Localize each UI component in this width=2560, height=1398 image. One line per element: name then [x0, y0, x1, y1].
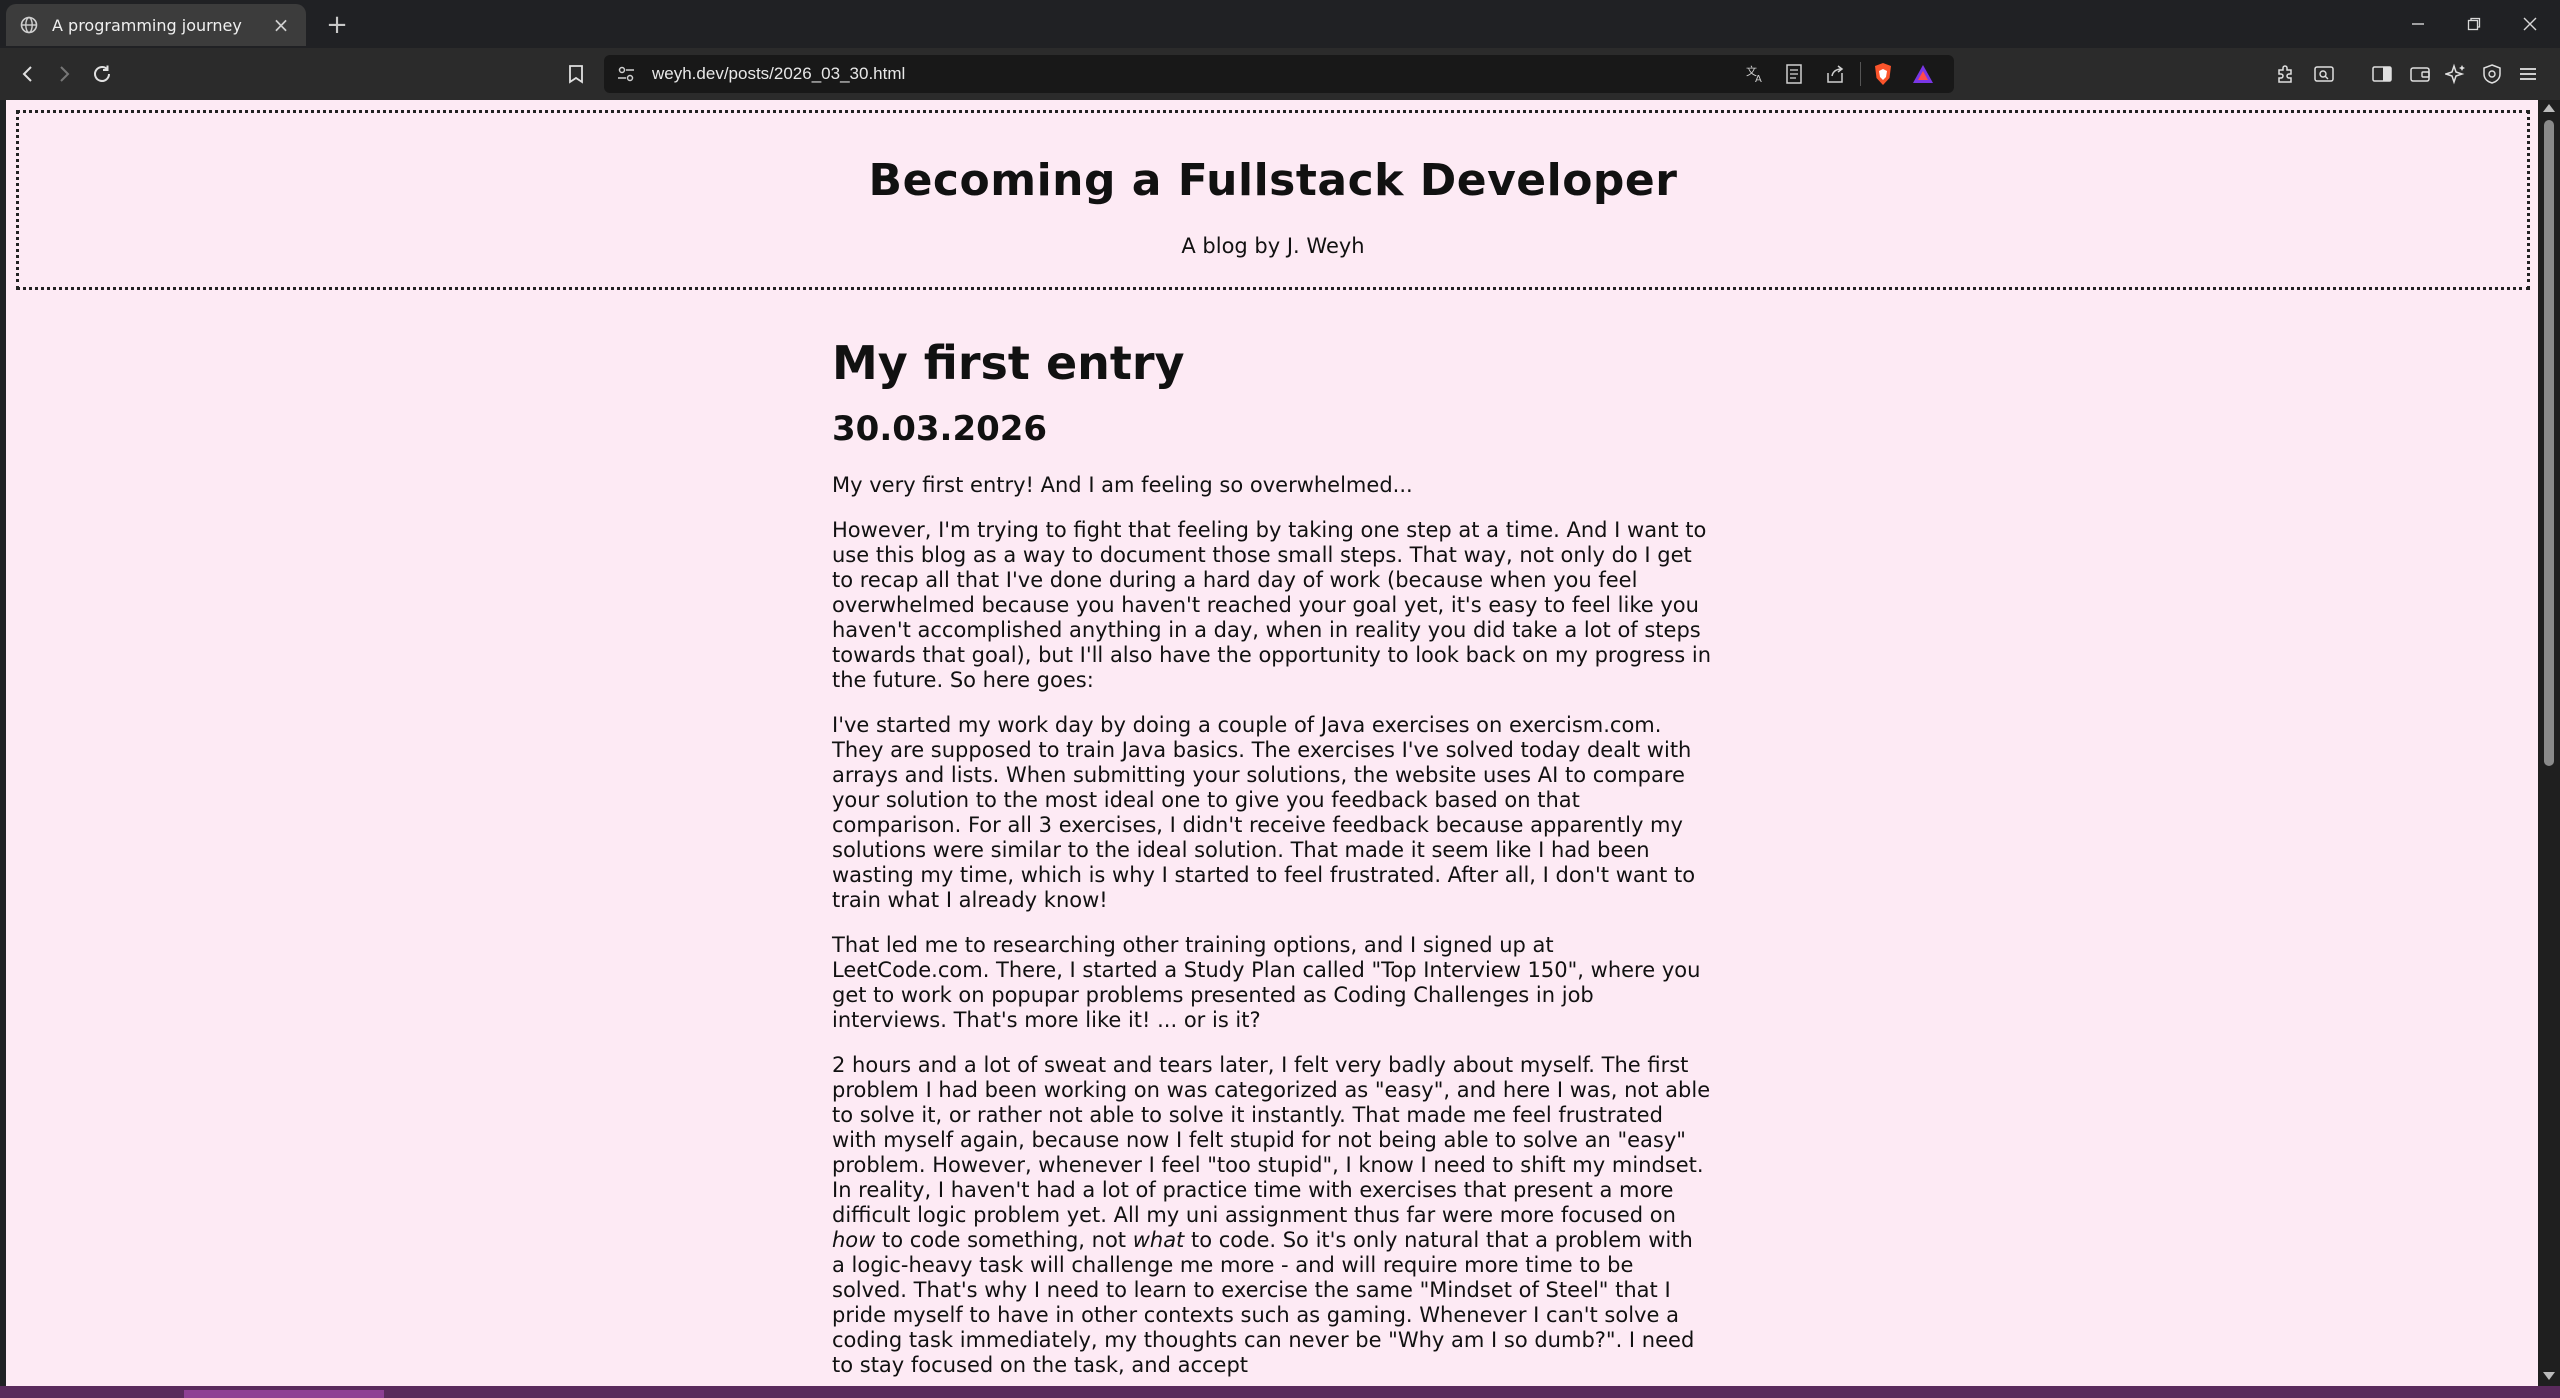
post-text: to code something, not [875, 1227, 1133, 1252]
post-text: 2 hours and a lot of sweat and tears lat… [832, 1052, 1711, 1227]
blog-post: My first entry 30.03.2026 My very first … [832, 338, 1712, 1378]
vertical-scrollbar[interactable] [2538, 100, 2560, 1386]
reload-button[interactable] [86, 58, 118, 90]
bookmark-button[interactable] [560, 58, 592, 90]
emphasis-text: how [832, 1227, 876, 1252]
scrollbar-thumb[interactable] [2544, 120, 2554, 766]
site-title: Becoming a Fullstack Developer [868, 155, 1678, 206]
url-text[interactable]: weyh.dev/posts/2026_03_30.html [652, 64, 905, 84]
site-header: Becoming a Fullstack Developer A blog by… [16, 110, 2530, 290]
browser-toolbar: weyh.dev/posts/2026_03_30.html 文A [0, 48, 2560, 100]
reload-icon [94, 65, 110, 82]
tab-active[interactable]: A programming journey × [6, 4, 306, 46]
brave-shields-icon[interactable] [1872, 62, 1894, 90]
brave-rewards-icon[interactable] [1912, 63, 1934, 89]
post-paragraph-1: My very first entry! And I am feeling so… [832, 472, 1413, 497]
emphasis-text: what [1132, 1227, 1185, 1252]
leo-ai-button[interactable] [2440, 58, 2472, 90]
omnibox-divider [1860, 62, 1861, 86]
post-paragraph-3: I've started my work day by doing a coup… [832, 712, 1696, 912]
forward-arrow-icon [60, 66, 70, 82]
tab-title: A programming journey [52, 15, 242, 35]
scroll-down-arrow-icon[interactable] [2543, 1372, 2555, 1380]
globe-icon [20, 16, 38, 34]
tab-close-icon[interactable]: × [270, 13, 292, 37]
close-icon [2523, 17, 2537, 31]
vpn-button[interactable] [2476, 58, 2508, 90]
sidebar-icon [2372, 66, 2392, 82]
wallet-icon [2410, 67, 2430, 82]
vpn-shield-icon [2483, 64, 2501, 84]
puzzle-icon [2278, 65, 2292, 83]
address-bar[interactable]: weyh.dev/posts/2026_03_30.html 文A [604, 55, 1954, 93]
back-arrow-icon [22, 66, 32, 82]
menu-button[interactable] [2512, 58, 2544, 90]
restore-button[interactable] [2444, 0, 2504, 48]
page-viewport: Becoming a Fullstack Developer A blog by… [6, 100, 2538, 1386]
svg-text:A: A [1755, 74, 1762, 85]
site-settings-icon[interactable] [616, 64, 636, 88]
sidebar-button[interactable] [2366, 58, 2398, 90]
search-box-icon [2314, 66, 2334, 82]
bookmark-icon [569, 65, 583, 84]
restore-icon [2467, 17, 2481, 31]
translate-icon[interactable]: 文A [1744, 63, 1766, 89]
back-button[interactable] [12, 58, 44, 90]
post-paragraph-2: However, I'm trying to fight that feelin… [832, 517, 1712, 692]
wallet-button[interactable] [2404, 58, 2436, 90]
extensions-button[interactable] [2270, 58, 2302, 90]
sparkle-icon [2445, 63, 2465, 85]
taskbar-highlight [184, 1390, 384, 1398]
minimize-icon [2412, 23, 2424, 25]
hamburger-menu-icon [2520, 68, 2536, 80]
post-paragraph-4: That led me to researching other trainin… [832, 932, 1701, 1032]
close-window-button[interactable] [2500, 0, 2560, 48]
minimize-button[interactable] [2388, 0, 2448, 48]
post-title: My first entry [832, 336, 1185, 390]
leo-search-button[interactable] [2308, 58, 2340, 90]
taskbar-strip [0, 1386, 2560, 1398]
reader-mode-icon[interactable] [1784, 63, 1804, 89]
post-date: 30.03.2026 [832, 408, 1048, 449]
post-paragraph-5: 2 hours and a lot of sweat and tears lat… [832, 1053, 1712, 1378]
forward-button[interactable] [48, 58, 80, 90]
site-subtitle: A blog by J. Weyh [1181, 234, 1365, 258]
tab-strip: A programming journey × + [0, 0, 2560, 48]
share-icon[interactable] [1824, 63, 1846, 89]
new-tab-button[interactable]: + [320, 8, 354, 42]
scroll-up-arrow-icon[interactable] [2543, 104, 2555, 112]
